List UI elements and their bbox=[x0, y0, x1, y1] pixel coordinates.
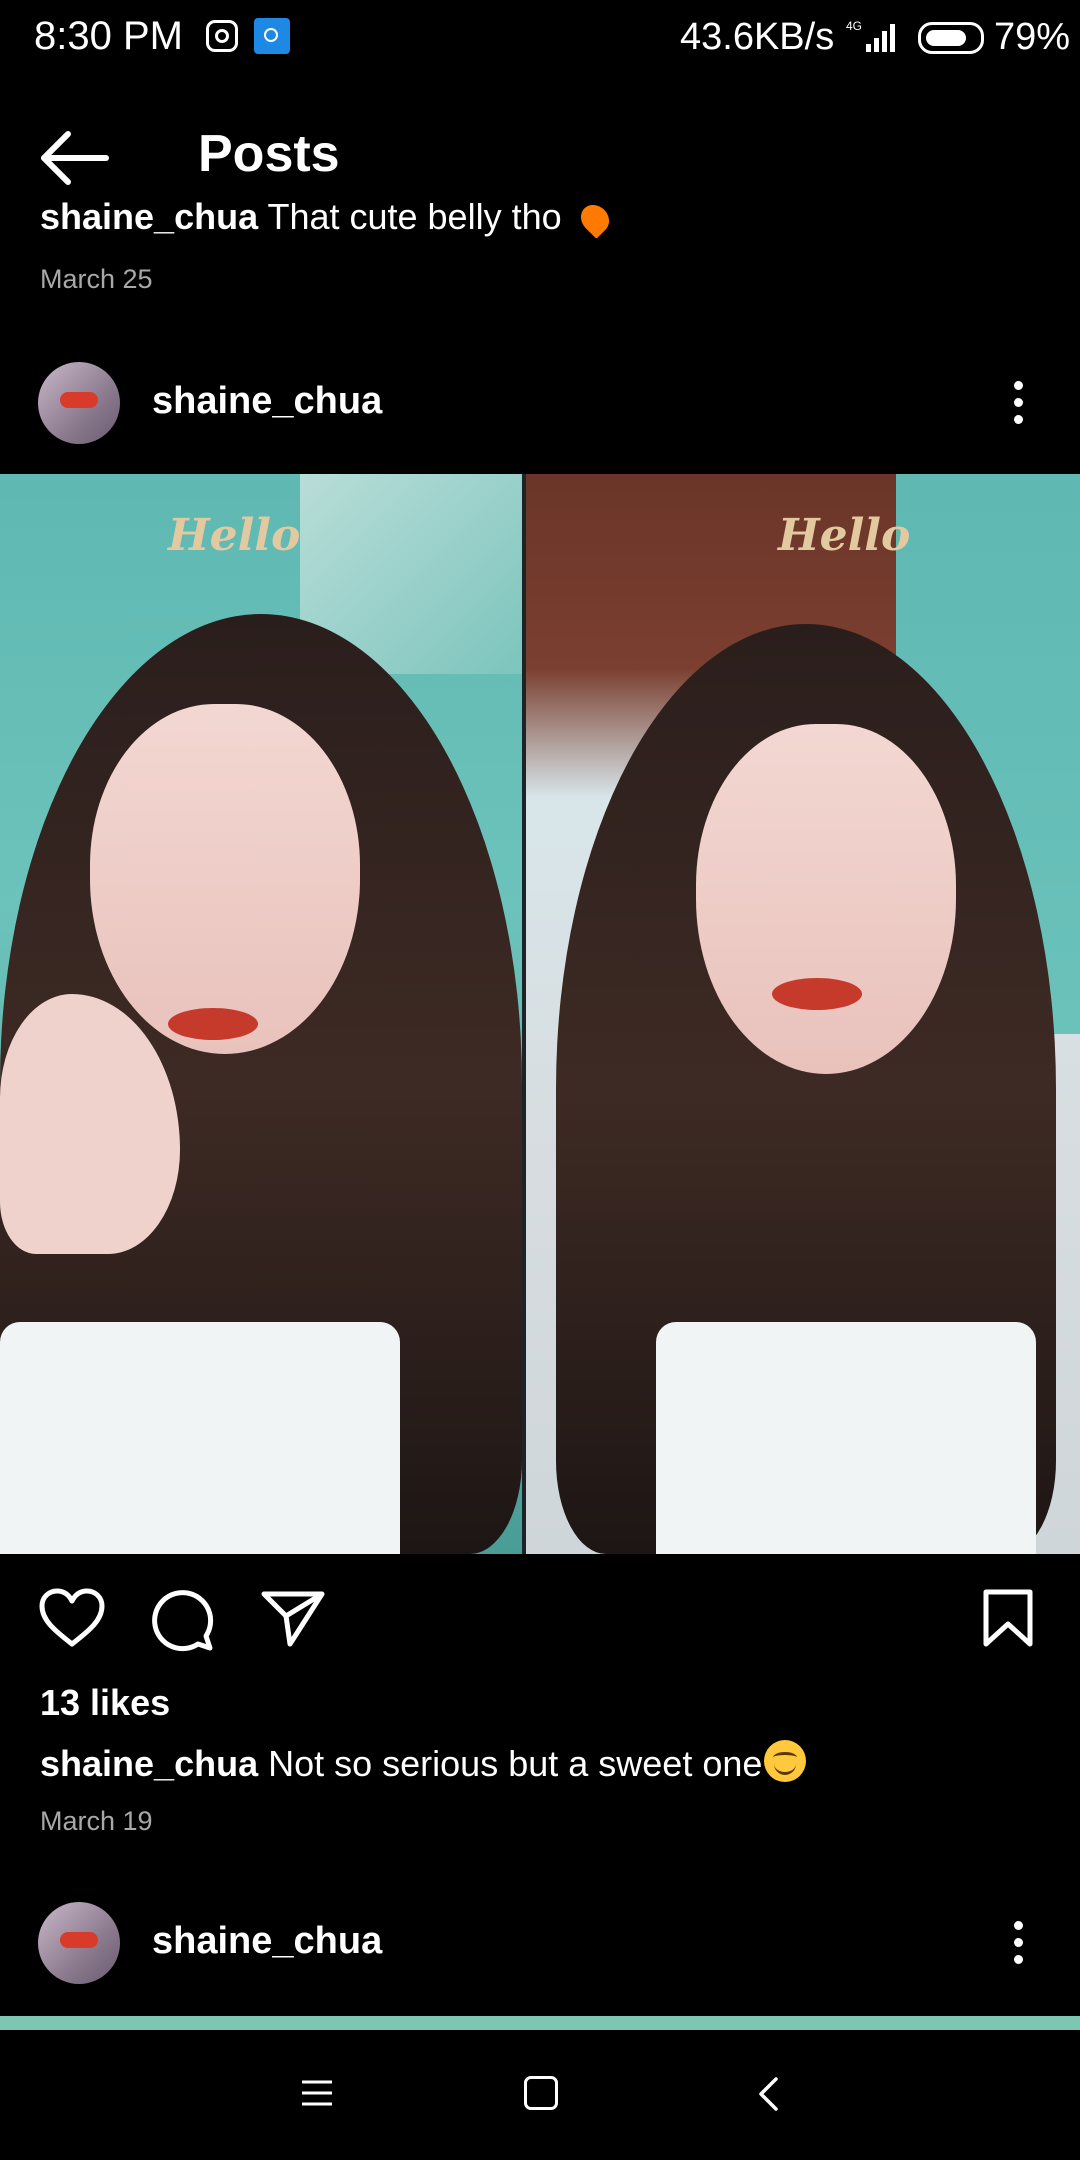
next-post-username[interactable]: shaine_chua bbox=[152, 1920, 382, 1963]
bookmark-icon[interactable] bbox=[982, 1588, 1034, 1648]
signal-icon: 4G bbox=[846, 19, 895, 52]
post-image[interactable]: Hello Hello bbox=[0, 474, 1080, 1554]
share-send-icon[interactable] bbox=[260, 1588, 326, 1648]
instagram-icon bbox=[206, 20, 238, 52]
more-options-icon[interactable] bbox=[998, 373, 1038, 433]
page-title: Posts bbox=[198, 125, 340, 183]
like-heart-icon[interactable] bbox=[38, 1588, 106, 1648]
status-bar: 8:30 PM 43.6KB/s 4G 79% bbox=[0, 0, 1080, 78]
status-time: 8:30 PM bbox=[34, 14, 183, 58]
more-options-icon[interactable] bbox=[998, 1913, 1038, 1973]
next-post-image[interactable] bbox=[0, 2016, 1080, 2030]
caption-user[interactable]: shaine_chua bbox=[40, 1743, 258, 1784]
post-username[interactable]: shaine_chua bbox=[152, 380, 382, 423]
smiling-emoji-icon bbox=[764, 1740, 807, 1782]
hello-sticker-left: Hello bbox=[168, 510, 301, 561]
app-notification-icon bbox=[254, 18, 290, 54]
menu-icon[interactable] bbox=[300, 2078, 334, 2108]
avatar[interactable] bbox=[38, 1902, 120, 1984]
previous-caption: shaine_chua That cute belly tho bbox=[40, 196, 680, 238]
network-speed: 43.6KB/s bbox=[680, 16, 835, 58]
previous-caption-user[interactable]: shaine_chua bbox=[40, 196, 258, 237]
back-chevron-icon[interactable] bbox=[756, 2076, 782, 2112]
comment-icon[interactable] bbox=[150, 1588, 214, 1652]
orange-heart-icon bbox=[574, 199, 615, 238]
previous-post-date: March 25 bbox=[40, 264, 153, 294]
caption-text: Not so serious but a sweet one bbox=[268, 1743, 763, 1784]
battery-percent: 79% bbox=[994, 16, 1071, 58]
avatar[interactable] bbox=[38, 362, 120, 444]
post-date: March 19 bbox=[40, 1806, 153, 1836]
photo-left: Hello bbox=[0, 474, 522, 1554]
arrow-left-icon[interactable] bbox=[30, 120, 120, 196]
hello-sticker-right: Hello bbox=[778, 510, 911, 561]
battery-fill bbox=[926, 30, 966, 46]
likes-count[interactable]: 13 likes bbox=[40, 1682, 170, 1724]
photo-right: Hello bbox=[526, 474, 1080, 1554]
previous-caption-text: That cute belly tho bbox=[267, 196, 562, 237]
network-type: 4G bbox=[846, 19, 862, 33]
battery-icon bbox=[918, 22, 984, 54]
home-icon[interactable] bbox=[524, 2076, 558, 2110]
post-caption: shaine_chua Not so serious but a sweet o… bbox=[40, 1740, 807, 1785]
